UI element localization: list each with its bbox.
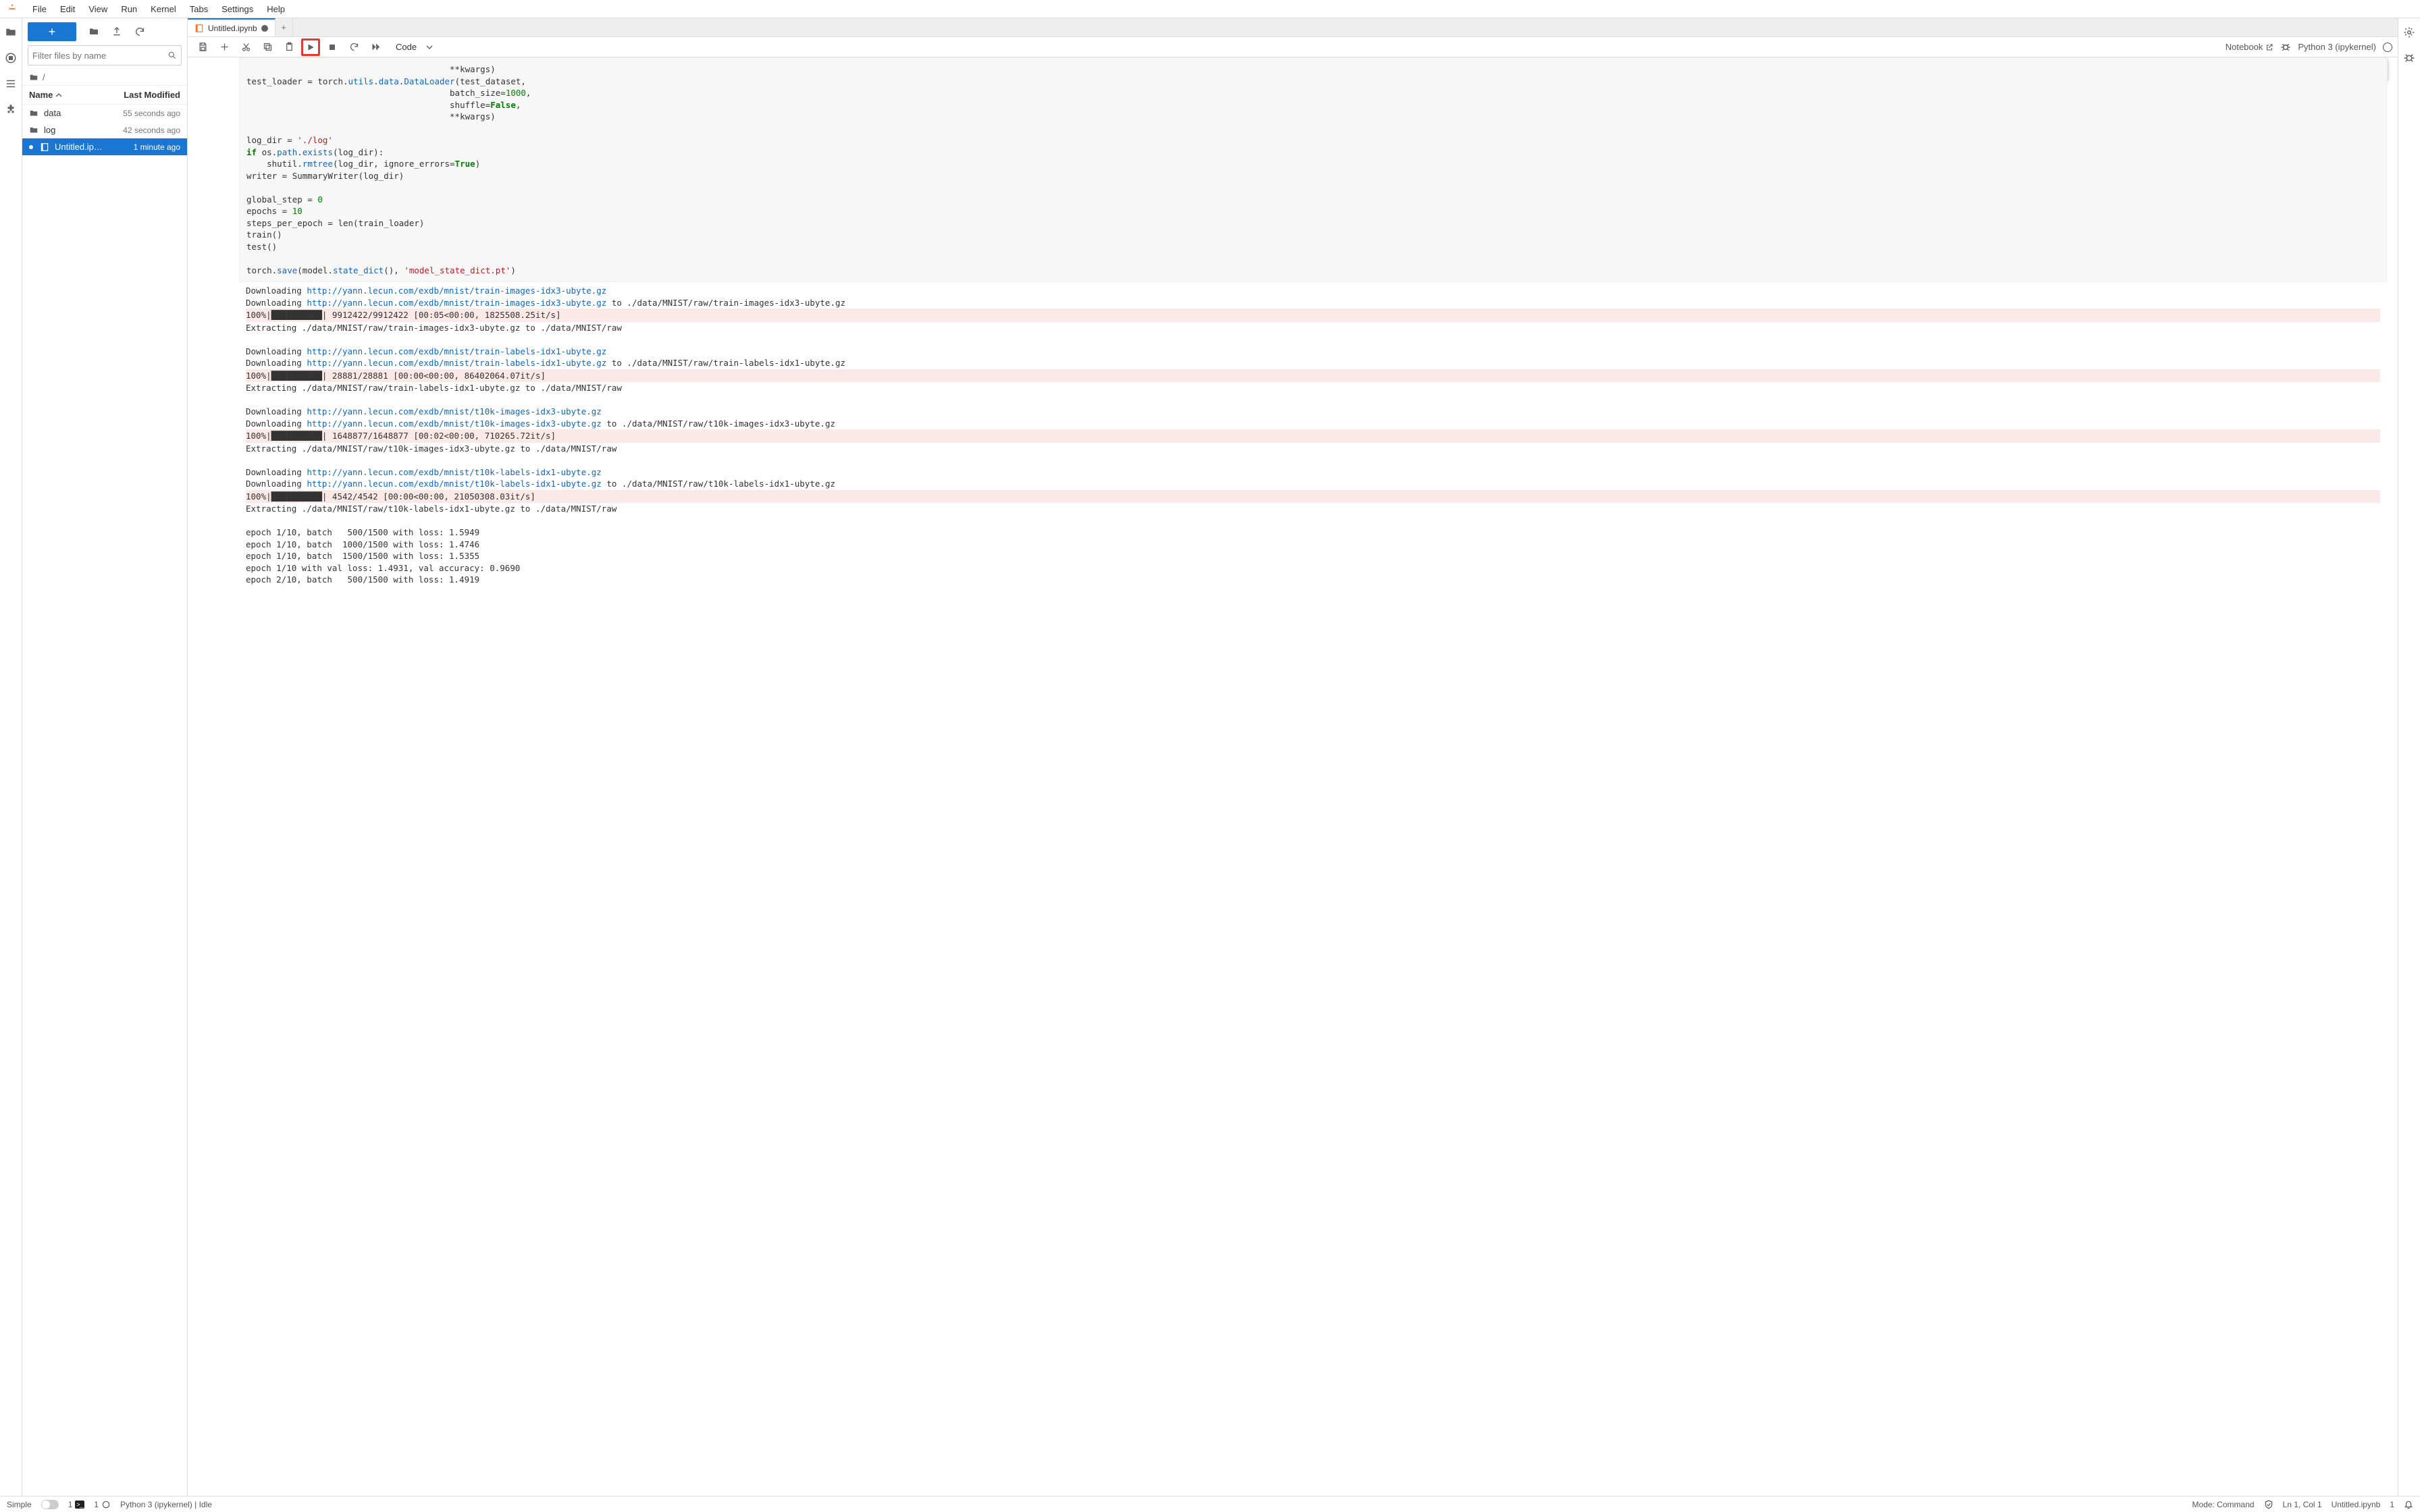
cut-button[interactable]	[236, 38, 255, 56]
statusbar: Simple 1 >_ 1 Python 3 (ipykernel) | Idl…	[0, 1496, 2420, 1512]
new-launcher-button[interactable]: +	[28, 22, 76, 41]
upload-icon[interactable]	[111, 26, 122, 37]
cell-type-select[interactable]: Code	[393, 40, 436, 53]
restart-button[interactable]	[344, 38, 363, 56]
refresh-icon[interactable]	[134, 26, 145, 37]
simple-toggle[interactable]	[41, 1500, 59, 1509]
file-name: log	[44, 125, 55, 135]
bell-icon[interactable]	[2404, 1500, 2413, 1509]
menu-kernel[interactable]: Kernel	[145, 1, 182, 17]
dirty-indicator-icon[interactable]	[261, 25, 268, 32]
cursor-position[interactable]: Ln 1, Col 1	[2283, 1500, 2322, 1509]
notification-count[interactable]: 1	[2390, 1500, 2394, 1509]
file-time: 55 seconds ago	[123, 109, 180, 118]
cell-output: Downloading http://yann.lecun.com/exdb/m…	[239, 282, 2387, 589]
debugger-icon[interactable]	[2280, 42, 2291, 53]
running-icon[interactable]	[5, 52, 17, 64]
notebook-body[interactable]: ▸ Aa ab .* -/- ˄ ˅ ✕	[188, 57, 2398, 1496]
save-button[interactable]	[193, 38, 212, 56]
chevron-down-icon	[426, 44, 433, 51]
debugger-panel-icon[interactable]	[2403, 52, 2415, 64]
external-link-icon	[2265, 43, 2273, 51]
folder-icon	[29, 126, 38, 135]
notebook-icon	[40, 142, 49, 152]
kernel-status-icon[interactable]	[2383, 43, 2392, 52]
folder-icon	[29, 73, 38, 82]
kernels-count[interactable]: 1	[94, 1500, 111, 1509]
file-row-notebook[interactable]: Untitled.ip… 1 minute ago	[22, 138, 187, 155]
right-activity-bar	[2398, 18, 2420, 1496]
trust-icon[interactable]	[2264, 1500, 2273, 1509]
menu-settings[interactable]: Settings	[216, 1, 259, 17]
current-file[interactable]: Untitled.ipynb	[2332, 1500, 2381, 1509]
jupyter-logo	[5, 2, 19, 16]
file-list: data 55 seconds ago log 42 seconds ago Untit…	[22, 105, 187, 1496]
left-activity-bar	[0, 18, 22, 1496]
file-row-folder[interactable]: log 42 seconds ago	[22, 122, 187, 138]
breadcrumb-root[interactable]: /	[43, 72, 45, 82]
file-time: 42 seconds ago	[123, 126, 180, 135]
filter-files-input-wrap	[28, 45, 182, 65]
menu-edit[interactable]: Edit	[55, 1, 80, 17]
tab-untitled[interactable]: Untitled.ipynb	[188, 18, 275, 36]
filter-files-input[interactable]	[32, 51, 167, 61]
simple-toggle-label: Simple	[7, 1500, 32, 1509]
file-browser: + / Name Last Modified data 55 seconds ag…	[22, 18, 188, 1496]
kernel-icon	[101, 1500, 111, 1509]
kernel-name[interactable]: Python 3 (ipykernel)	[2298, 42, 2376, 52]
tab-bar: Untitled.ipynb +	[188, 18, 2398, 37]
file-toolbar: +	[22, 18, 187, 45]
paste-button[interactable]	[280, 38, 298, 56]
file-name: Untitled.ip…	[55, 142, 103, 152]
code-cell[interactable]: **kwargs)test_loader = torch.utils.data.…	[239, 57, 2387, 589]
folder-icon[interactable]	[5, 26, 17, 38]
mode-indicator[interactable]: Mode: Command	[2192, 1500, 2255, 1509]
sort-asc-icon	[55, 92, 62, 99]
new-folder-icon[interactable]	[88, 26, 99, 37]
search-icon	[167, 51, 177, 60]
file-list-header: Name Last Modified	[22, 86, 187, 105]
interrupt-button[interactable]	[323, 38, 342, 56]
restart-run-all-button[interactable]	[366, 38, 385, 56]
menubar: File Edit View Run Kernel Tabs Settings …	[0, 0, 2420, 18]
copy-button[interactable]	[258, 38, 277, 56]
running-dot-icon	[29, 145, 33, 149]
header-modified[interactable]: Last Modified	[124, 90, 180, 100]
tab-add-button[interactable]: +	[275, 18, 293, 36]
breadcrumb[interactable]: /	[22, 70, 187, 86]
terminals-count[interactable]: 1 >_	[68, 1500, 85, 1509]
insert-cell-button[interactable]	[215, 38, 234, 56]
file-name: data	[44, 108, 61, 118]
notebook-icon	[194, 24, 204, 33]
open-notebook-link[interactable]: Notebook	[2226, 42, 2274, 52]
terminal-icon: >_	[75, 1501, 84, 1509]
run-button[interactable]	[301, 38, 320, 56]
menu-help[interactable]: Help	[261, 1, 290, 17]
menu-tabs[interactable]: Tabs	[184, 1, 213, 17]
kernel-status-text[interactable]: Python 3 (ipykernel) | Idle	[120, 1500, 212, 1509]
toc-icon[interactable]	[5, 78, 17, 90]
header-name[interactable]: Name	[29, 90, 53, 100]
notebook-toolbar: Code Notebook Python 3 (ipykernel)	[188, 37, 2398, 57]
property-inspector-icon[interactable]	[2403, 26, 2415, 38]
code-editor[interactable]: **kwargs)test_loader = torch.utils.data.…	[239, 57, 2387, 282]
tab-label: Untitled.ipynb	[208, 24, 257, 33]
notebook-area: Untitled.ipynb + Code	[188, 18, 2398, 1496]
menu-view[interactable]: View	[83, 1, 113, 17]
extensions-icon[interactable]	[5, 103, 17, 115]
menu-file[interactable]: File	[27, 1, 52, 17]
menu-run[interactable]: Run	[115, 1, 142, 17]
folder-icon	[29, 109, 38, 118]
file-row-folder[interactable]: data 55 seconds ago	[22, 105, 187, 122]
file-time: 1 minute ago	[134, 142, 180, 152]
